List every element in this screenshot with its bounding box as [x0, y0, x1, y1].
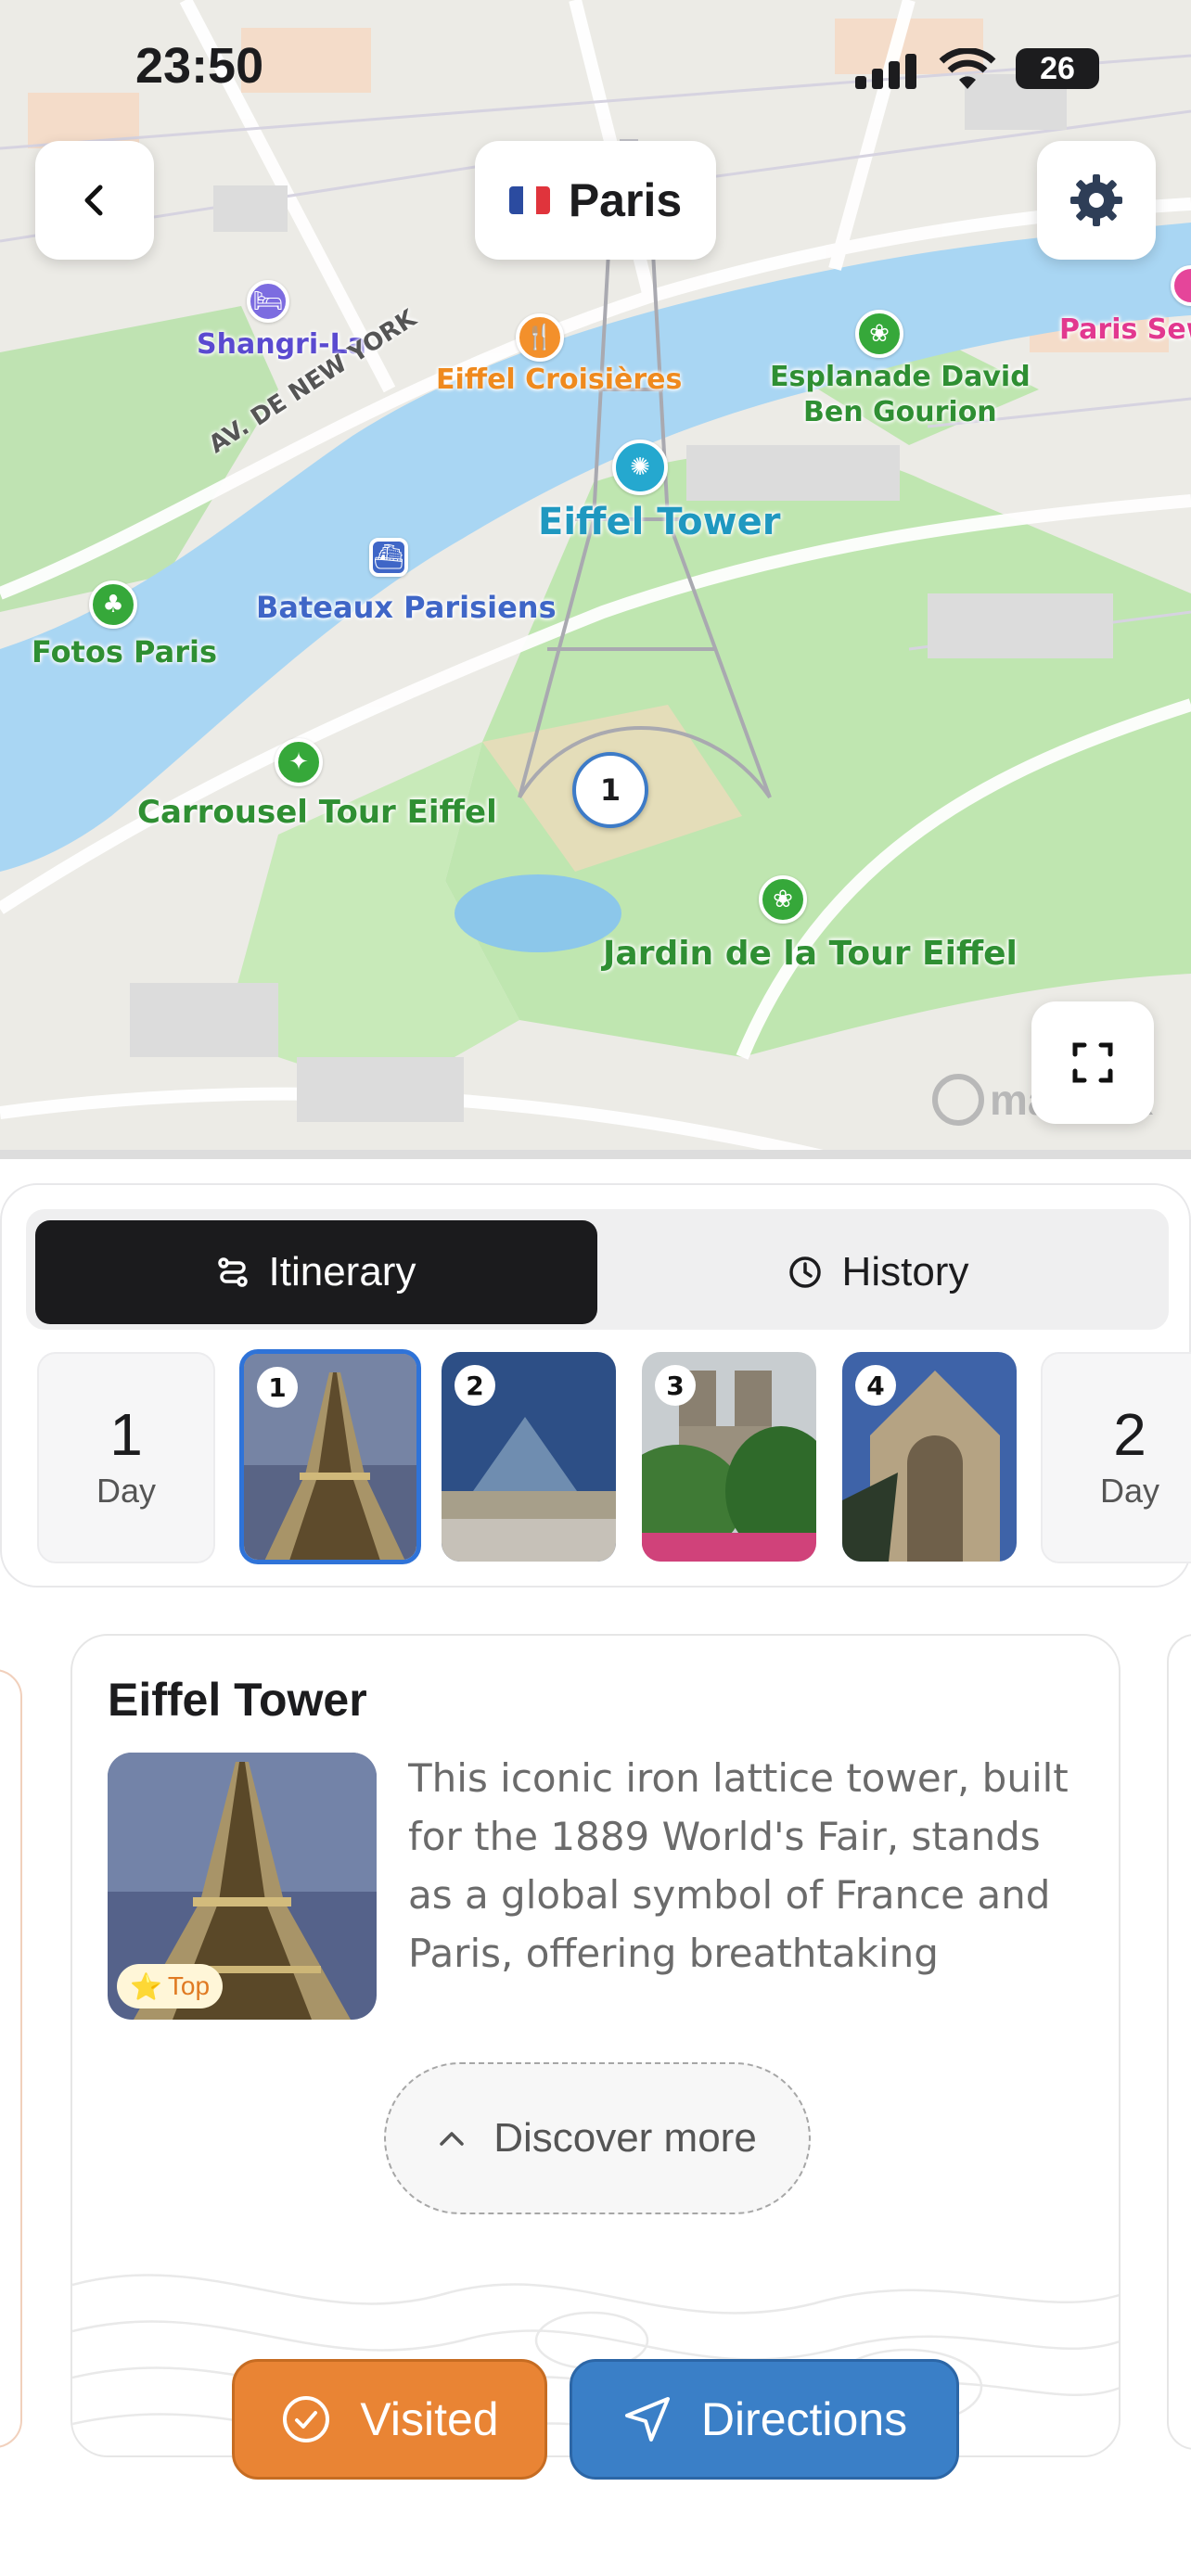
status-time: 23:50 — [135, 38, 264, 94]
status-bar: 23:50 26 — [0, 0, 1191, 139]
city-name: Paris — [568, 174, 683, 226]
stop-thumb-notre-dame[interactable]: 3 — [642, 1352, 816, 1562]
gear-icon — [1070, 174, 1122, 226]
fullscreen-button[interactable] — [1031, 1001, 1154, 1124]
signal-icon — [855, 54, 916, 89]
day-2-header[interactable]: 2 Day — [1041, 1352, 1191, 1563]
visited-button[interactable]: Visited — [232, 2359, 547, 2480]
navigation-arrow-icon — [624, 2397, 670, 2442]
garden-icon[interactable]: ❀ — [759, 875, 807, 924]
place-card: Eiffel Tower ⭐ Top This iconic iron latt… — [70, 1634, 1121, 2457]
map-view[interactable]: 🛏 Shangri-La 🍴 Eiffel Croisières ❀ Espla… — [0, 0, 1191, 1159]
top-badge: ⭐ Top — [117, 1964, 224, 2009]
city-selector[interactable]: Paris — [475, 141, 716, 260]
expand-icon — [1072, 1042, 1113, 1083]
tab-history[interactable]: History — [597, 1220, 1159, 1324]
poi-label-eiffel-croisieres[interactable]: Eiffel Croisières — [436, 363, 682, 396]
hotel-icon[interactable]: 🛏 — [247, 280, 289, 323]
next-card-edge[interactable] — [1167, 1634, 1191, 2450]
wifi-icon — [939, 48, 996, 89]
stop-thumb-eiffel[interactable]: 1 — [239, 1349, 421, 1564]
chevron-up-icon — [440, 2132, 464, 2146]
poi-label-bateaux-parisiens[interactable]: Bateaux Parisiens — [256, 590, 557, 625]
poi-label-paris-sewers[interactable]: Paris Sewe — [1059, 313, 1191, 346]
ferry-icon[interactable]: ⛴ — [369, 538, 408, 577]
poi-label-carrousel[interactable]: Carrousel Tour Eiffel — [137, 794, 497, 831]
battery-indicator: 26 — [1016, 48, 1099, 89]
poi-label-eiffel-tower[interactable]: Eiffel Tower — [538, 501, 780, 543]
discover-more-button[interactable]: Discover more — [384, 2062, 811, 2214]
stop-thumb-sainte-chapelle[interactable]: 4 — [842, 1352, 1017, 1562]
stop-number-badge: 1 — [257, 1367, 298, 1408]
back-button[interactable] — [35, 141, 154, 260]
france-flag-icon — [508, 186, 550, 214]
place-title: Eiffel Tower — [108, 1674, 367, 1726]
stop-carousel[interactable]: 1 Day 1 2 3 4 2 Day — [37, 1349, 1191, 1565]
check-circle-icon — [283, 2396, 330, 2442]
poi-label-fotos-paris[interactable]: Fotos Paris — [32, 634, 217, 670]
route-icon — [217, 1257, 248, 1287]
previous-card-edge[interactable] — [0, 1669, 22, 2448]
stop-number-badge: 2 — [455, 1365, 495, 1406]
poi-label-esplanade[interactable]: Esplanade David Ben Gourion — [770, 360, 1031, 430]
chevron-left-icon — [84, 185, 103, 216]
itinerary-marker[interactable]: 1 — [572, 752, 648, 828]
settings-button[interactable] — [1037, 141, 1156, 260]
place-photo[interactable]: ⭐ Top — [108, 1753, 377, 2020]
mapbox-logo-icon — [932, 1074, 984, 1126]
directions-button[interactable]: Directions — [570, 2359, 959, 2480]
ride-icon[interactable]: ✦ — [275, 738, 323, 786]
view-toggle: Itinerary History — [26, 1209, 1169, 1330]
stop-number-badge: 3 — [655, 1365, 696, 1406]
stop-thumb-louvre[interactable]: 2 — [442, 1352, 616, 1562]
stop-number-badge: 4 — [855, 1365, 896, 1406]
clock-icon — [788, 1256, 821, 1288]
place-description: This iconic iron lattice tower, built fo… — [408, 1755, 1069, 1976]
tab-itinerary[interactable]: Itinerary — [35, 1220, 597, 1324]
tree-icon[interactable]: ♣ — [89, 580, 137, 629]
star-icon: ⭐ — [130, 1971, 162, 2001]
garden-icon[interactable]: ❀ — [855, 310, 903, 358]
day-1-header[interactable]: 1 Day — [37, 1352, 215, 1563]
itinerary-panel: Itinerary History 1 Day 1 2 3 4 2 Day — [0, 1183, 1191, 1588]
restaurant-icon[interactable]: 🍴 — [516, 313, 564, 362]
landmark-icon[interactable]: ✺ — [612, 440, 668, 495]
poi-label-jardin[interactable]: Jardin de la Tour Eiffel — [603, 935, 1018, 973]
